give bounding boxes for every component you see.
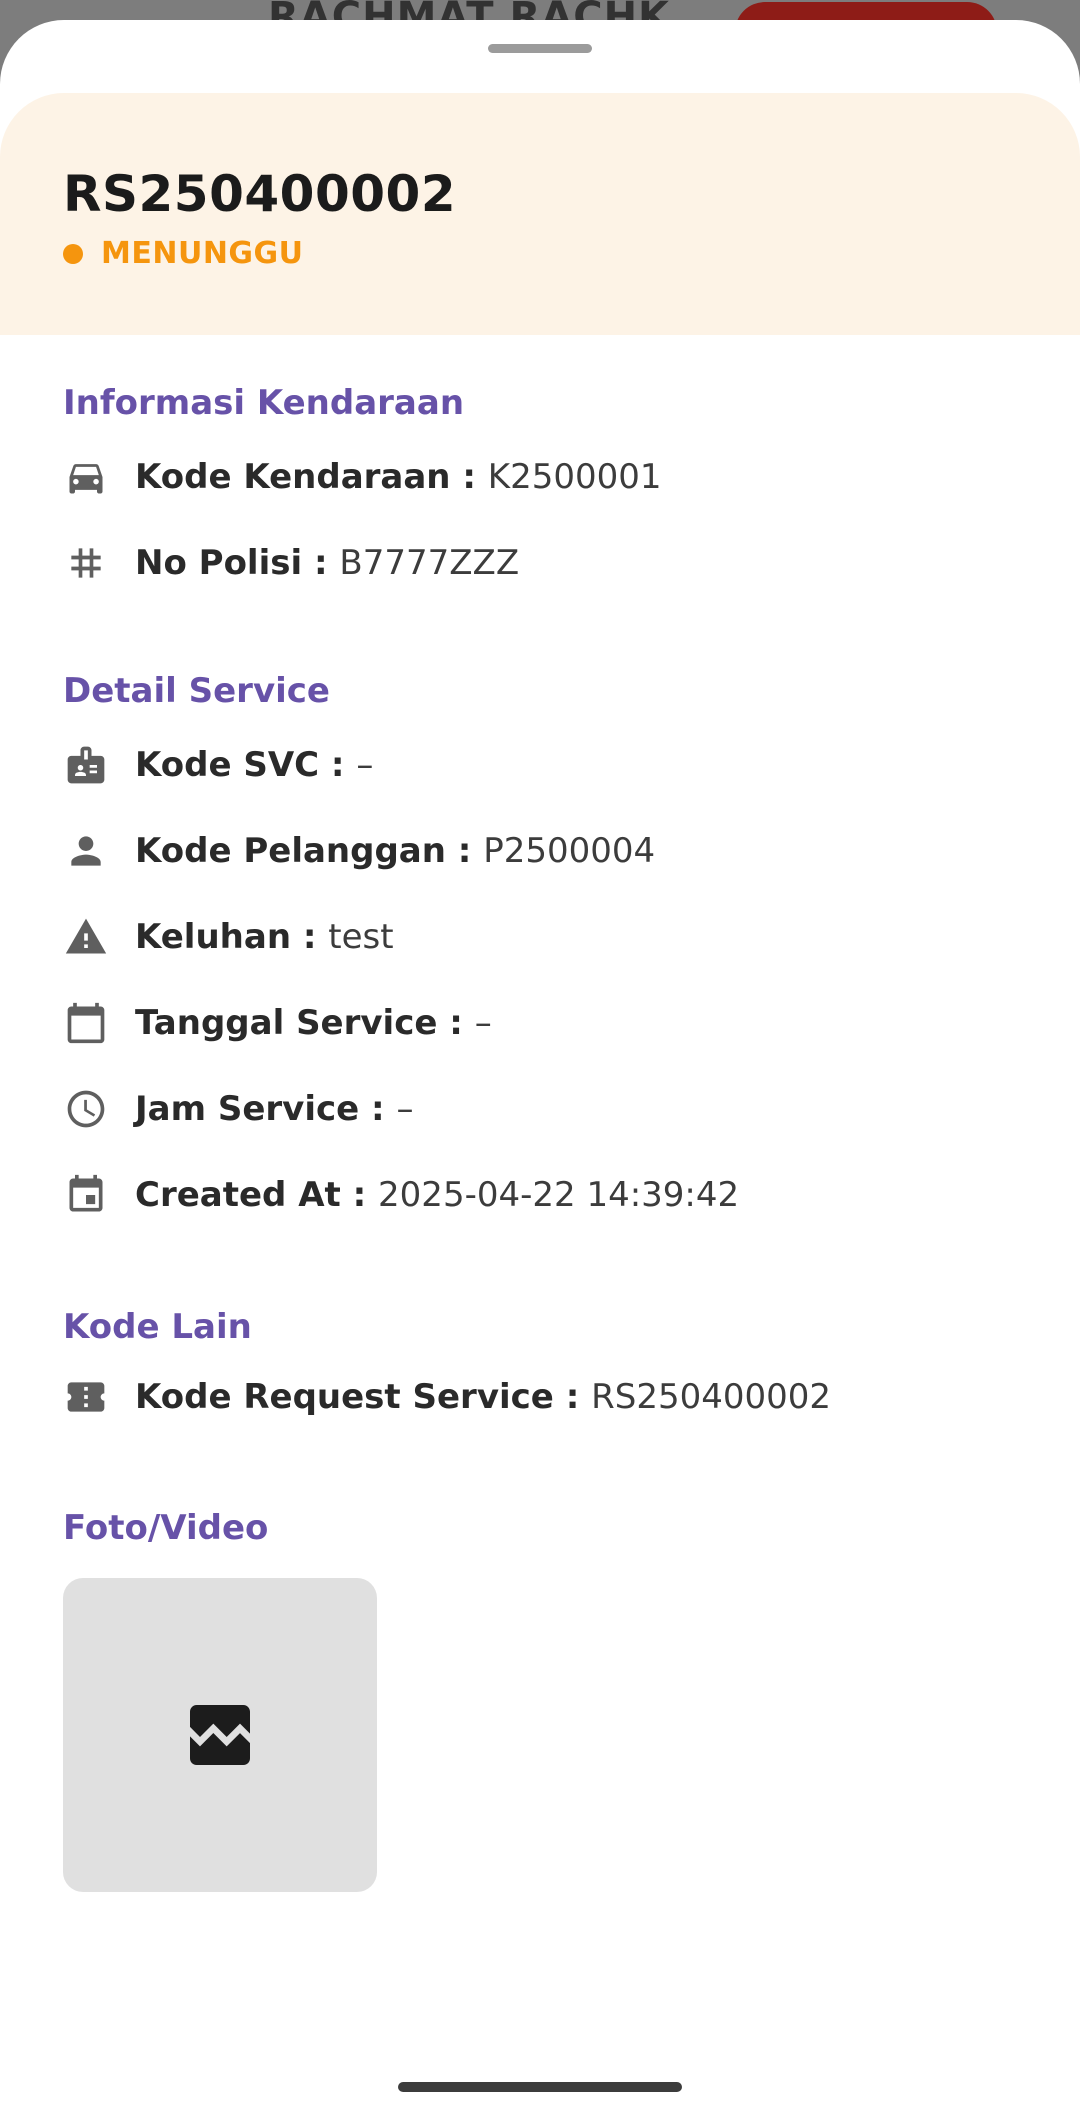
info-row-created-at: Created At : 2025-04-22 14:39:42: [63, 1170, 739, 1220]
car-icon: [63, 454, 109, 500]
plate-number-label: No Polisi :: [135, 543, 340, 583]
complaint-label: Keluhan :: [135, 917, 329, 957]
request-code-value: RS250400002: [591, 1377, 832, 1417]
status-label: MENUNGGU: [101, 236, 304, 271]
info-row-complaint: Keluhan : test: [63, 912, 394, 962]
service-time-value: –: [396, 1089, 414, 1129]
info-row-service-time: Jam Service : –: [63, 1084, 413, 1134]
service-date-label: Tanggal Service :: [135, 1003, 475, 1043]
section-title-media: Foto/Video: [63, 1508, 269, 1548]
warning-icon: [63, 914, 109, 960]
request-code-title: RS250400002: [63, 165, 457, 223]
ticket-icon: [63, 1374, 109, 1420]
request-code-label: Kode Request Service :: [135, 1377, 592, 1417]
customer-code-label: Kode Pelanggan :: [135, 831, 484, 871]
info-row-svc-code: Kode SVC : –: [63, 740, 373, 790]
info-row-service-date: Tanggal Service : –: [63, 998, 492, 1048]
service-time-label: Jam Service :: [135, 1089, 397, 1129]
media-thumbnail[interactable]: [63, 1578, 377, 1892]
service-date-value: –: [474, 1003, 492, 1043]
created-at-label: Created At :: [135, 1175, 379, 1215]
request-header-card: RS250400002 MENUNGGU: [0, 93, 1080, 335]
hash-icon: [63, 540, 109, 586]
person-icon: [63, 828, 109, 874]
info-row-plate-number: No Polisi : B7777ZZZ: [63, 538, 519, 588]
info-row-request-code: Kode Request Service : RS250400002: [63, 1372, 831, 1422]
home-indicator[interactable]: [398, 2082, 682, 2092]
plate-number-value: B7777ZZZ: [339, 543, 520, 583]
svc-code-value: –: [356, 745, 374, 785]
calendar-icon: [63, 1000, 109, 1046]
clock-icon: [63, 1086, 109, 1132]
section-title-vehicle: Informasi Kendaraan: [63, 383, 465, 423]
svc-code-label: Kode SVC :: [135, 745, 357, 785]
event-icon: [63, 1172, 109, 1218]
status-dot-icon: [63, 243, 83, 264]
badge-icon: [63, 742, 109, 788]
customer-code-value: P2500004: [483, 831, 656, 871]
section-title-other-codes: Kode Lain: [63, 1307, 252, 1347]
info-row-customer-code: Kode Pelanggan : P2500004: [63, 826, 655, 876]
vehicle-code-label: Kode Kendaraan :: [135, 457, 488, 497]
bottom-sheet: RS250400002 MENUNGGU Informasi Kendaraan…: [0, 20, 1080, 2117]
vehicle-code-value: K2500001: [487, 457, 662, 497]
info-row-vehicle-code: Kode Kendaraan : K2500001: [63, 452, 662, 502]
section-title-service: Detail Service: [63, 671, 330, 711]
broken-image-icon: [190, 1705, 250, 1765]
created-at-value: 2025-04-22 14:39:42: [378, 1175, 740, 1215]
complaint-value: test: [328, 917, 394, 957]
status-badge: MENUNGGU: [63, 236, 304, 271]
sheet-drag-handle[interactable]: [488, 44, 592, 53]
